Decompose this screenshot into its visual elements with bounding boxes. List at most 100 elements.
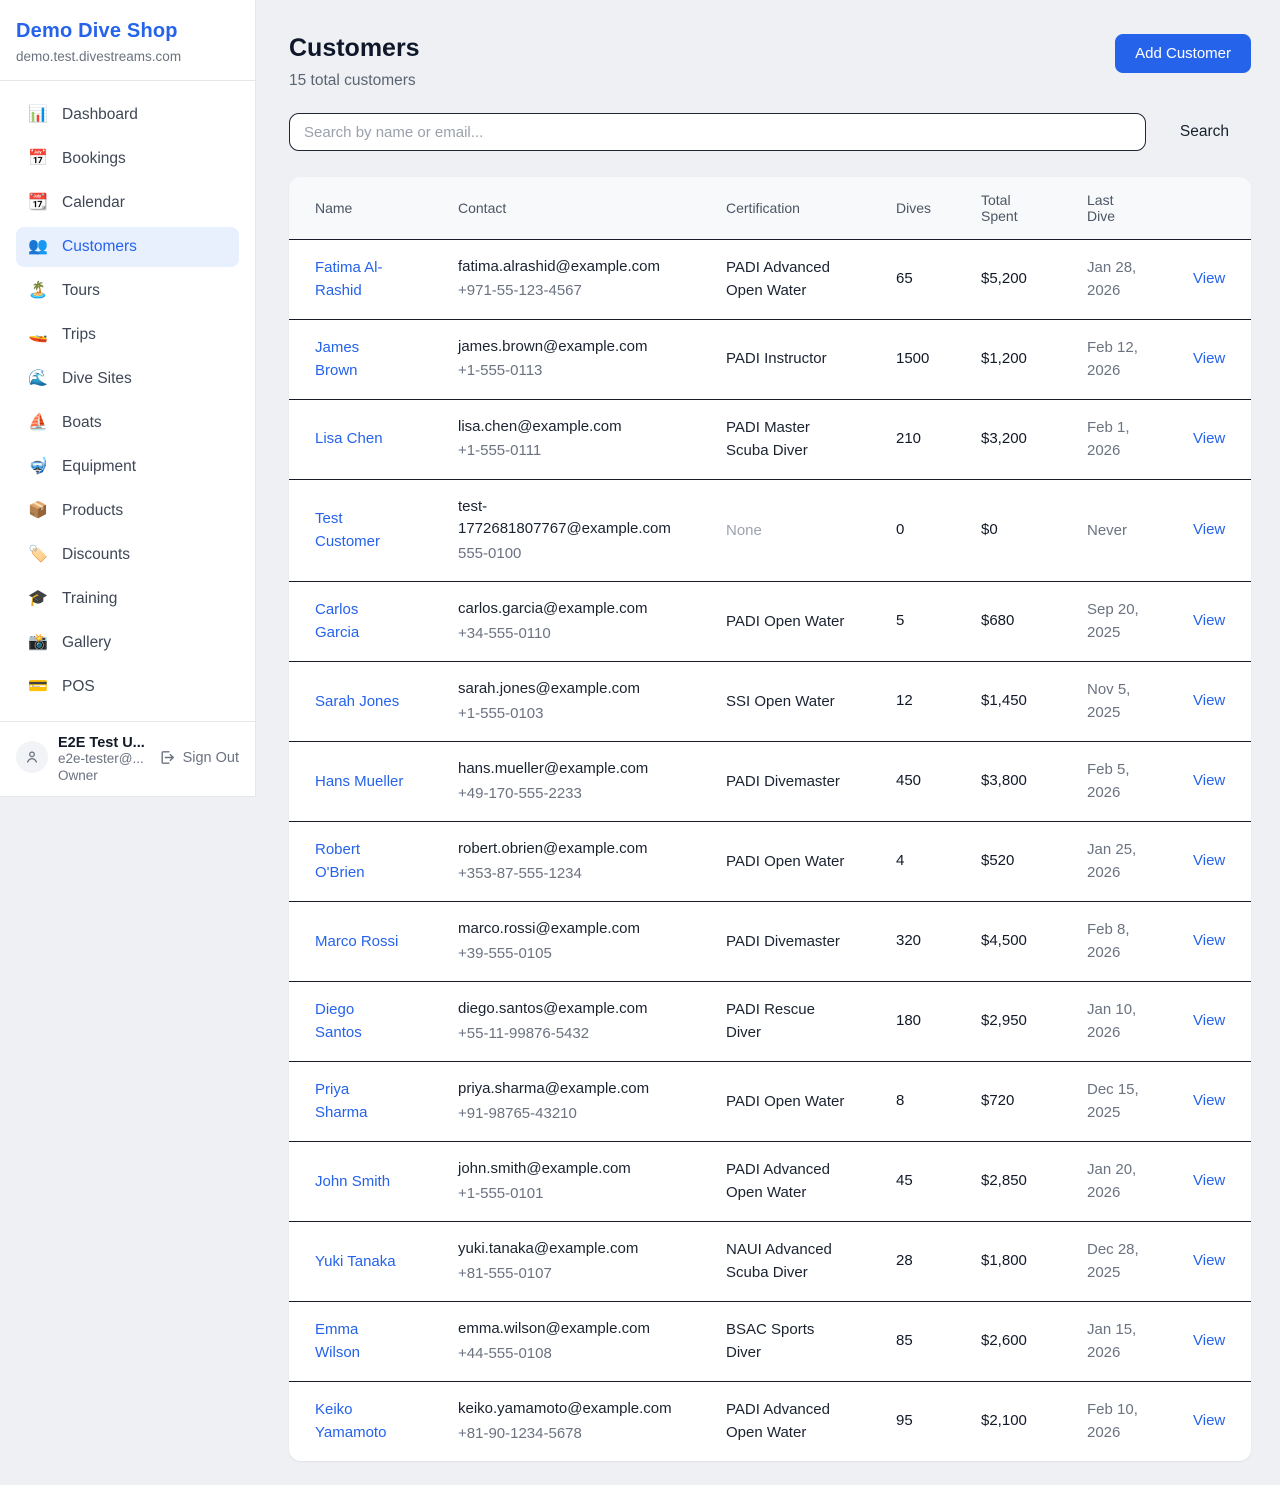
- dive-sites-icon: 🌊: [26, 371, 50, 387]
- view-customer-link[interactable]: View: [1193, 521, 1225, 538]
- view-customer-link[interactable]: View: [1193, 270, 1225, 287]
- view-customer-link[interactable]: View: [1193, 612, 1225, 629]
- customer-total-spent: $0: [969, 479, 1075, 582]
- customer-dives: 4: [884, 822, 969, 902]
- view-customer-link[interactable]: View: [1193, 1092, 1225, 1109]
- customers-table: Name Contact Certification Dives Total S…: [289, 177, 1251, 1461]
- table-row: Marco Rossi marco.rossi@example.com +39-…: [289, 902, 1251, 982]
- customer-phone: +971-55-123-4567: [458, 280, 702, 303]
- sidebar-item-training[interactable]: 🎓 Training: [16, 579, 239, 619]
- customer-name-link[interactable]: Priya Sharma: [315, 1078, 405, 1125]
- search-button[interactable]: Search: [1172, 117, 1237, 147]
- customer-dives: 5: [884, 582, 969, 662]
- user-email: e2e-tester@...: [58, 751, 149, 766]
- search-input[interactable]: [289, 113, 1146, 151]
- products-icon: 📦: [26, 503, 50, 519]
- customer-email: yuki.tanaka@example.com: [458, 1238, 682, 1261]
- customer-certification: PADI Instructor: [726, 347, 827, 370]
- view-customer-link[interactable]: View: [1193, 1412, 1225, 1429]
- view-customer-link[interactable]: View: [1193, 692, 1225, 709]
- customer-name-link[interactable]: Marco Rossi: [315, 930, 398, 953]
- customer-certification: PADI Divemaster: [726, 770, 840, 793]
- view-customer-link[interactable]: View: [1193, 1172, 1225, 1189]
- tours-icon: 🏝️: [26, 283, 50, 299]
- sidebar-item-boats[interactable]: ⛵ Boats: [16, 403, 239, 443]
- sidebar-item-label: Discounts: [62, 546, 130, 564]
- sidebar-item-label: Products: [62, 502, 123, 520]
- view-customer-link[interactable]: View: [1193, 1332, 1225, 1349]
- boats-icon: ⛵: [26, 415, 50, 431]
- customer-total-spent: $2,600: [969, 1302, 1075, 1382]
- sidebar-item-customers[interactable]: 👥 Customers: [16, 227, 239, 267]
- customer-total-spent: $1,200: [969, 319, 1075, 399]
- customer-email: sarah.jones@example.com: [458, 678, 682, 701]
- customer-last-dive: Feb 8, 2026: [1087, 918, 1157, 965]
- customer-last-dive: Never: [1087, 519, 1127, 542]
- customer-name-link[interactable]: Fatima Al-Rashid: [315, 256, 405, 303]
- customer-dives: 28: [884, 1222, 969, 1302]
- table-row: Yuki Tanaka yuki.tanaka@example.com +81-…: [289, 1222, 1251, 1302]
- sidebar-item-tours[interactable]: 🏝️ Tours: [16, 271, 239, 311]
- sidebar-item-trips[interactable]: 🚤 Trips: [16, 315, 239, 355]
- search-row: Search: [289, 113, 1251, 151]
- view-customer-link[interactable]: View: [1193, 350, 1225, 367]
- customer-email: james.brown@example.com: [458, 336, 682, 359]
- sign-out-button[interactable]: Sign Out: [159, 749, 239, 766]
- table-row: Test Customer test-1772681807767@example…: [289, 479, 1251, 582]
- customer-name-link[interactable]: Robert O'Brien: [315, 838, 405, 885]
- customer-name-link[interactable]: Emma Wilson: [315, 1318, 405, 1365]
- customer-name-link[interactable]: Keiko Yamamoto: [315, 1398, 405, 1445]
- customer-dives: 95: [884, 1382, 969, 1462]
- customer-total-spent: $4,500: [969, 902, 1075, 982]
- column-header-total-spent: Total Spent: [969, 177, 1075, 239]
- sidebar-item-discounts[interactable]: 🏷️ Discounts: [16, 535, 239, 575]
- customer-last-dive: Feb 12, 2026: [1087, 336, 1157, 383]
- sidebar-item-bookings[interactable]: 📅 Bookings: [16, 139, 239, 179]
- sidebar-item-calendar[interactable]: 📆 Calendar: [16, 183, 239, 223]
- customers-table-card: Name Contact Certification Dives Total S…: [289, 177, 1251, 1461]
- table-row: James Brown james.brown@example.com +1-5…: [289, 319, 1251, 399]
- table-row: Hans Mueller hans.mueller@example.com +4…: [289, 742, 1251, 822]
- customer-name-link[interactable]: Carlos Garcia: [315, 598, 405, 645]
- sidebar-item-products[interactable]: 📦 Products: [16, 491, 239, 531]
- sidebar-item-label: Tours: [62, 282, 100, 300]
- customer-name-link[interactable]: Sarah Jones: [315, 690, 399, 713]
- sidebar-item-dashboard[interactable]: 📊 Dashboard: [16, 95, 239, 135]
- customer-dives: 0: [884, 479, 969, 582]
- table-row: Robert O'Brien robert.obrien@example.com…: [289, 822, 1251, 902]
- user-name: E2E Test U...: [58, 735, 149, 751]
- customer-name-link[interactable]: John Smith: [315, 1170, 390, 1193]
- customer-name-link[interactable]: Diego Santos: [315, 998, 405, 1045]
- sidebar-item-label: Calendar: [62, 194, 125, 212]
- customer-total-spent: $2,100: [969, 1382, 1075, 1462]
- sidebar-item-label: Equipment: [62, 458, 136, 476]
- customer-name-link[interactable]: Lisa Chen: [315, 427, 383, 450]
- view-customer-link[interactable]: View: [1193, 772, 1225, 789]
- customer-email: test-1772681807767@example.com: [458, 496, 682, 541]
- sidebar-item-equipment[interactable]: 🤿 Equipment: [16, 447, 239, 487]
- view-customer-link[interactable]: View: [1193, 932, 1225, 949]
- view-customer-link[interactable]: View: [1193, 1012, 1225, 1029]
- sign-out-icon: [159, 749, 176, 766]
- column-header-actions: [1181, 177, 1251, 239]
- view-customer-link[interactable]: View: [1193, 430, 1225, 447]
- user-block: E2E Test U... e2e-tester@... Owner: [58, 735, 149, 783]
- customer-last-dive: Jan 15, 2026: [1087, 1318, 1157, 1365]
- sidebar-item-label: POS: [62, 678, 95, 696]
- customer-email: fatima.alrashid@example.com: [458, 256, 682, 279]
- view-customer-link[interactable]: View: [1193, 1252, 1225, 1269]
- customer-phone: +39-555-0105: [458, 943, 702, 966]
- customer-total-spent: $5,200: [969, 239, 1075, 319]
- add-customer-button[interactable]: Add Customer: [1115, 34, 1251, 73]
- customer-phone: 555-0100: [458, 543, 702, 566]
- view-customer-link[interactable]: View: [1193, 852, 1225, 869]
- customer-name-link[interactable]: Hans Mueller: [315, 770, 403, 793]
- customer-name-link[interactable]: James Brown: [315, 336, 405, 383]
- sidebar-item-pos[interactable]: 💳 POS: [16, 667, 239, 707]
- customer-name-link[interactable]: Test Customer: [315, 507, 405, 554]
- sidebar-item-dive-sites[interactable]: 🌊 Dive Sites: [16, 359, 239, 399]
- customers-icon: 👥: [26, 239, 50, 255]
- customer-last-dive: Jan 28, 2026: [1087, 256, 1157, 303]
- sidebar-item-gallery[interactable]: 📸 Gallery: [16, 623, 239, 663]
- customer-name-link[interactable]: Yuki Tanaka: [315, 1250, 396, 1273]
